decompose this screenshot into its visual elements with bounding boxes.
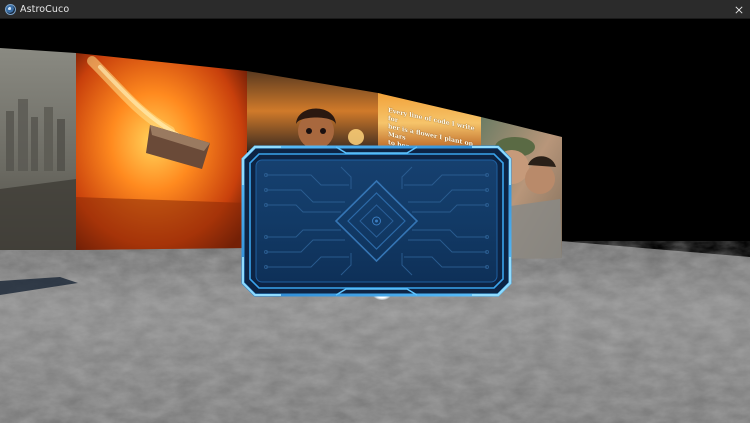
app-icon [5, 3, 16, 15]
title-bar[interactable]: AstroCuco [0, 0, 750, 19]
game-viewport[interactable]: Every line of code I write for her is a … [0, 19, 750, 423]
game-window: AstroCuco Every line of code I write for… [0, 0, 750, 423]
painting-ruined-city[interactable] [0, 48, 76, 250]
hud-panel[interactable] [241, 145, 512, 297]
close-icon [735, 5, 743, 14]
close-button[interactable] [728, 0, 750, 19]
window-title: AstroCuco [20, 3, 70, 15]
painting-cartoon-girl[interactable] [247, 71, 378, 151]
painting-meteor[interactable] [76, 53, 247, 250]
